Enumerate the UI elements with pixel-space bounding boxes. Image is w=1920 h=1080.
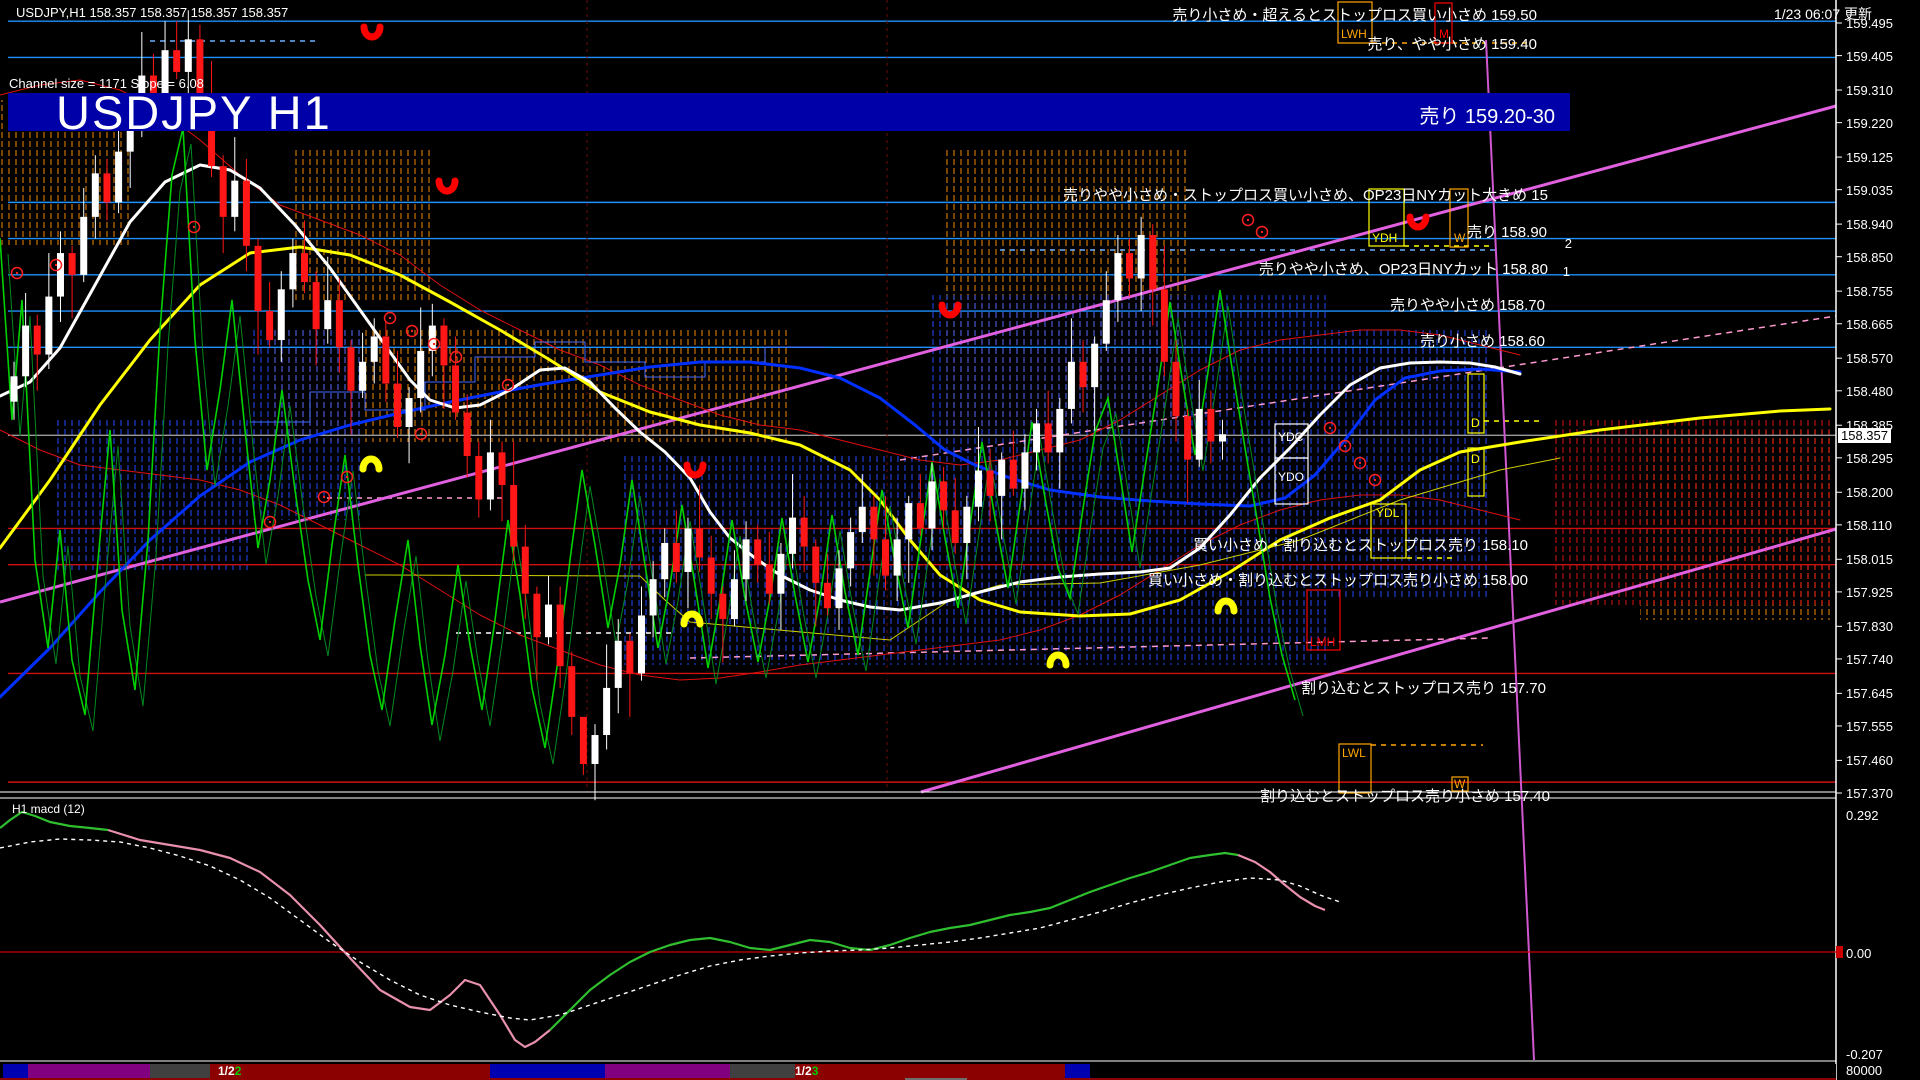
session-segment bbox=[210, 1064, 490, 1078]
axis-price-label: 159.405 bbox=[1846, 49, 1893, 64]
svg-text:LMH: LMH bbox=[1310, 635, 1335, 649]
banner-note-level: 売り 159.20-30 bbox=[1419, 100, 1555, 129]
macd-indicator-label: H1 macd (12) bbox=[12, 802, 85, 816]
title-banner: USDJPY H1 売り 159.20-30 bbox=[8, 93, 1570, 131]
axis-price-label: 157.925 bbox=[1846, 585, 1893, 600]
svg-text:YDH: YDH bbox=[1372, 231, 1397, 245]
axis-price-label: 158.295 bbox=[1846, 451, 1893, 466]
axis-price-label: 157.830 bbox=[1846, 619, 1893, 634]
axis-price-label: 159.125 bbox=[1846, 150, 1893, 165]
axis-price-label: 159.220 bbox=[1846, 116, 1893, 131]
axis-price-label: 158.850 bbox=[1846, 250, 1893, 265]
svg-text:YDC: YDC bbox=[1278, 430, 1304, 444]
price-annotation: 売り、やや小さめ 159.40 bbox=[1368, 33, 1537, 54]
session-date-label: 1/22 bbox=[218, 1064, 241, 1078]
axis-price-label: 158.755 bbox=[1846, 284, 1893, 299]
price-annotation: 割り込むとストップロス売り小さめ 157.40 bbox=[1260, 785, 1550, 806]
session-segment bbox=[730, 1064, 795, 1078]
axis-price-label: 158.940 bbox=[1846, 217, 1893, 232]
session-segment bbox=[795, 1064, 1065, 1078]
macd-axis-label: -0.207 bbox=[1846, 1047, 1883, 1062]
session-segment bbox=[150, 1064, 210, 1078]
svg-text:D: D bbox=[1471, 416, 1480, 430]
symbol-ohlc-quote: USDJPY,H1 158.357 158.357 158.357 158.35… bbox=[16, 5, 288, 20]
axis-price-label: 157.555 bbox=[1846, 719, 1893, 734]
price-annotation: 買い小さめ・割り込むとストップロス売り 158.10 bbox=[1193, 534, 1528, 555]
axis-price-label: 159.310 bbox=[1846, 83, 1893, 98]
price-annotation: 2 bbox=[1565, 236, 1572, 251]
svg-text:LWH: LWH bbox=[1341, 27, 1367, 41]
session-segment bbox=[490, 1064, 605, 1078]
macd-axis-label: 80000 bbox=[1846, 1063, 1882, 1078]
session-segment bbox=[605, 1064, 730, 1078]
svg-text:YDO: YDO bbox=[1278, 470, 1304, 484]
price-annotation: 売り 158.90 bbox=[1467, 221, 1547, 242]
price-annotation: 売り小さめ・超えるとストップロス買い小さめ 159.50 bbox=[1172, 4, 1537, 25]
price-annotation: 1 bbox=[1563, 264, 1570, 279]
price-annotation: 売りやや小さめ 158.70 bbox=[1390, 294, 1545, 315]
current-price-tag: 158.357 bbox=[1838, 428, 1891, 443]
session-strip: 1/22 1/23 bbox=[0, 1064, 1836, 1078]
axis-price-label: 159.495 bbox=[1846, 16, 1893, 31]
price-axis[interactable]: 159.495 159.405 159.310 159.220 159.125 159.0… bbox=[1836, 0, 1920, 1080]
axis-price-label: 158.015 bbox=[1846, 552, 1893, 567]
axis-price-label: 159.035 bbox=[1846, 183, 1893, 198]
session-segment bbox=[28, 1064, 150, 1078]
axis-price-label: 157.645 bbox=[1846, 686, 1893, 701]
price-annotation: 売り小さめ 158.60 bbox=[1420, 330, 1545, 351]
banner-title: USDJPY H1 bbox=[56, 85, 332, 140]
price-annotation: 売りやや小さめ・ストップロス買い小さめ、OP23日NYカット大きめ 15 bbox=[1063, 184, 1548, 205]
axis-price-label: 158.665 bbox=[1846, 317, 1893, 332]
price-annotation: 割り込むとストップロス売り 157.70 bbox=[1301, 677, 1546, 698]
macd-axis-label: 0.292 bbox=[1846, 808, 1879, 823]
svg-text:YDL: YDL bbox=[1376, 506, 1400, 520]
axis-price-label: 157.370 bbox=[1846, 786, 1893, 801]
session-segment bbox=[3, 1064, 28, 1078]
session-date-label: 1/23 bbox=[795, 1064, 818, 1078]
axis-price-label: 158.200 bbox=[1846, 485, 1893, 500]
price-annotation: 買い小さめ・割り込むとストップロス売り小さめ 158.00 bbox=[1148, 569, 1528, 590]
axis-price-label: 158.110 bbox=[1846, 518, 1892, 533]
chart-canvas[interactable]: LWHMYDHWDYDCDYDOYDLLMHLWLW bbox=[0, 0, 1920, 1080]
macd-axis-label: 0.00 bbox=[1846, 946, 1871, 961]
svg-text:D: D bbox=[1471, 452, 1480, 466]
axis-price-label: 157.460 bbox=[1846, 753, 1893, 768]
mt4-chart-window[interactable]: LWHMYDHWDYDCDYDOYDLLMHLWLW USDJPY H1 売り … bbox=[0, 0, 1920, 1080]
svg-text:LWL: LWL bbox=[1342, 746, 1366, 760]
price-annotation: 売りやや小さめ、OP23日NYカット 158.80 bbox=[1259, 258, 1548, 279]
axis-price-label: 158.480 bbox=[1846, 384, 1893, 399]
session-segment bbox=[1065, 1064, 1090, 1078]
axis-price-label: 157.740 bbox=[1846, 652, 1893, 667]
channel-info-label: Channel size = 1171 Slope = 6.08 bbox=[9, 76, 204, 91]
svg-text:W: W bbox=[1454, 231, 1466, 245]
axis-price-label: 158.570 bbox=[1846, 351, 1893, 366]
